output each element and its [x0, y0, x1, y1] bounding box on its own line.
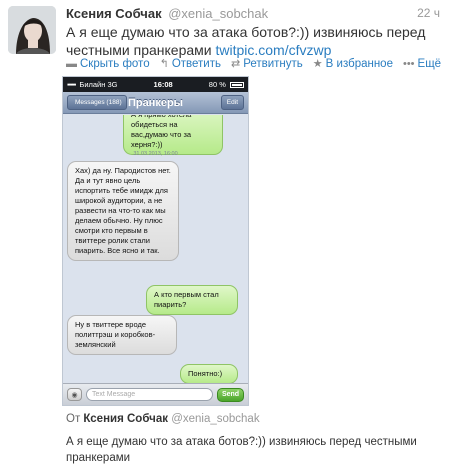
statusbar-right: 80 % [209, 80, 244, 89]
statusbar-left: ▪▪▪▪▪ Билайн 3G [67, 80, 118, 89]
tweet-author: Ксения Собчак @xenia_sobchak [66, 6, 268, 21]
battery-icon [229, 82, 244, 89]
via-author-name[interactable]: Ксения Собчак [83, 413, 168, 425]
message-outgoing: А кто первым стал пиарить? [146, 285, 238, 315]
tweet-link[interactable]: twitpic.com/cfvzwp [215, 42, 331, 58]
tweet-timestamp[interactable]: 22 ч [417, 6, 440, 20]
avatar[interactable] [8, 6, 56, 54]
message-input-bar: ◉ Text Message Send [63, 383, 248, 405]
send-button[interactable]: Send [217, 387, 244, 402]
photo-icon: ▬ [66, 57, 77, 70]
clock-label: 16:08 [153, 80, 173, 89]
message-outgoing: А я прямо хотела обидеться на вас,думаю … [123, 115, 223, 155]
phone-statusbar: ▪▪▪▪▪ Билайн 3G 16:08 80 % [63, 77, 248, 92]
attached-photo[interactable]: ▪▪▪▪▪ Билайн 3G 16:08 80 % Messages (188… [62, 76, 249, 406]
message-incoming: Ну в твиттере вроде политтрэш и коробков… [67, 315, 177, 355]
more-button[interactable]: ••• Ещё [403, 57, 441, 70]
via-prefix: От [66, 413, 81, 425]
message-thread: А я прямо хотела обидеться на вас,думаю … [63, 115, 248, 383]
hide-photo-label: Скрыть фото [80, 57, 150, 70]
author-name[interactable]: Ксения Собчак [66, 6, 162, 21]
reply-label: Ответить [171, 57, 221, 70]
retweet-icon: ⇄ [230, 58, 241, 70]
carrier-label: Билайн [79, 80, 106, 89]
tweet-text: А я еще думаю что за атака ботов?:)) изв… [66, 23, 442, 59]
network-label: 3G [107, 80, 118, 89]
phone-navbar: Messages (188) Пранкеры Edit [63, 92, 248, 114]
message-outgoing: Понятно:) [180, 364, 238, 383]
more-dots-icon: ••• [402, 57, 415, 70]
star-icon: ★ [312, 58, 323, 70]
more-label: Ещё [417, 57, 442, 70]
signal-icon: ▪▪▪▪▪ [67, 80, 76, 89]
reply-button[interactable]: ↰ Ответить [159, 57, 221, 71]
photo-caption: А я еще думаю что за атака ботов?:)) изв… [66, 436, 417, 464]
hide-photo-button[interactable]: ▬ Скрыть фото [66, 57, 150, 70]
photo-source: От Ксения Собчак @xenia_sobchak [66, 413, 260, 425]
avatar-image [8, 6, 56, 54]
favorite-label: В избранное [325, 57, 393, 70]
edit-button[interactable]: Edit [220, 95, 244, 110]
camera-icon[interactable]: ◉ [67, 388, 82, 401]
retweet-button[interactable]: ⇄ Ретвитнуть [230, 57, 303, 71]
favorite-button[interactable]: ★ В избранное [312, 57, 393, 71]
author-handle[interactable]: @xenia_sobchak [168, 6, 268, 21]
message-incoming: Хах) да ну. Пародистов нет. Да и тут явн… [67, 161, 179, 261]
message-timestamp: 31.03.2013, 16:00 [133, 151, 178, 157]
retweet-label: Ретвитнуть [243, 57, 303, 70]
reply-icon: ↰ [159, 58, 169, 70]
text-message-input[interactable]: Text Message [86, 388, 213, 401]
via-author-handle[interactable]: @xenia_sobchak [171, 413, 259, 425]
messages-back-button[interactable]: Messages (188) [67, 95, 127, 110]
battery-percent: 80 % [208, 80, 226, 89]
tweet-actions: ▬ Скрыть фото ↰ Ответить ⇄ Ретвитнуть ★ … [66, 57, 450, 71]
